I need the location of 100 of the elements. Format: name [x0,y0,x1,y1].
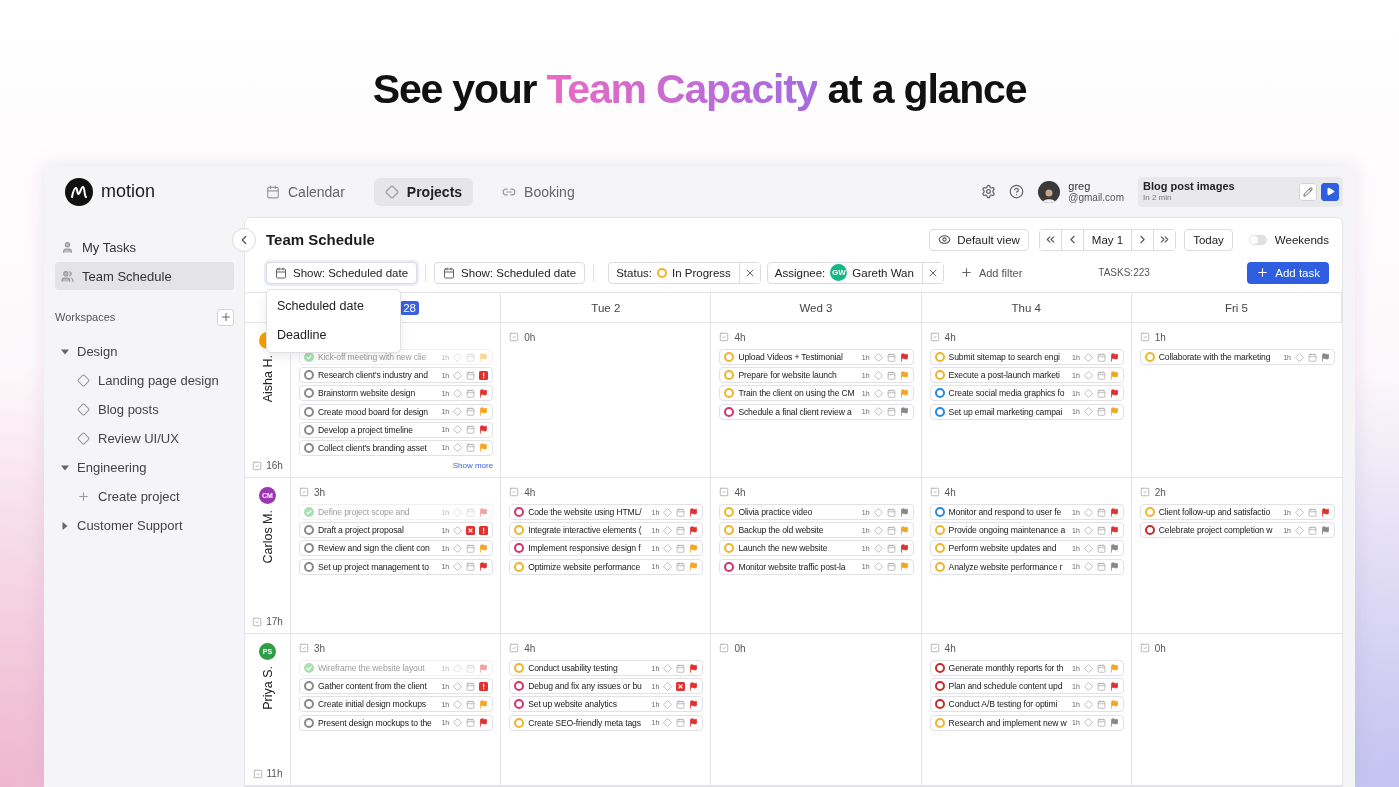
folder-item[interactable]: Engineering [55,453,234,482]
task-title: Prepare for website launch [738,370,838,381]
task-title: Conduct A/B testing for optimi [948,699,1059,710]
status-ring-icon[interactable] [1144,525,1155,536]
current-task-widget[interactable]: Blog post images In 2 min [1138,176,1343,207]
today-button[interactable]: Today [1184,228,1233,251]
status-ring-icon[interactable] [514,507,525,517]
filter-value: Gareth Wan [852,266,914,279]
task-title: Plan and schedule content upd [948,681,1064,692]
menu-item[interactable]: Deadline [267,320,400,350]
task-title: Create social media graphics fo [948,388,1066,399]
task-title: Wireframe the website layout [318,663,426,673]
day-hours: 4h [734,486,746,498]
status-ring-icon[interactable] [304,388,314,399]
nav-tab[interactable]: Projects [373,177,474,206]
task-title: Integrate interactive elements ( [528,525,643,536]
add-filter-button[interactable]: Add filter [953,265,1029,280]
person-name: Carlos M. [260,510,275,564]
collapse-button[interactable] [232,228,256,252]
status-ring-icon[interactable] [934,681,945,692]
play-button[interactable] [1321,182,1339,201]
show-more-link[interactable]: Show more [452,461,494,471]
show-filter-button[interactable]: Show: Scheduled date [266,261,418,284]
status-filter[interactable]: Status: In Progress [608,261,761,284]
check-icon [252,616,263,627]
status-ring-icon[interactable] [934,663,945,673]
remove-filter-button[interactable] [921,262,943,283]
task-title: Analyze website performance r [948,561,1064,572]
user-avatar[interactable] [1038,180,1061,203]
status-ring-icon[interactable] [934,388,945,399]
day-hours: 4h [524,642,536,654]
status-ring-icon[interactable] [724,406,735,417]
status-ring-icon[interactable] [304,681,314,692]
add-task-button[interactable]: Add task [1247,261,1329,284]
project-item[interactable]: Landing page design [55,366,234,395]
help-icon[interactable] [1009,184,1025,199]
status-ring-icon[interactable] [304,525,314,536]
folder-item[interactable]: Design [55,337,234,366]
plus-icon [1256,266,1270,279]
done-check-icon[interactable] [304,352,314,362]
status-ring-icon[interactable] [934,507,945,517]
folder-item[interactable]: Customer Support [55,511,234,540]
status-ring-icon[interactable] [304,561,314,572]
task-title: Set up website analytics [528,699,618,710]
plus-icon [77,490,90,503]
project-item[interactable]: Review UI/UX [55,424,234,453]
show-filter-button[interactable]: Show: Scheduled date [434,261,586,284]
status-ring-icon[interactable] [304,406,314,417]
done-check-icon[interactable] [304,507,314,517]
caret-icon[interactable] [61,521,69,530]
task-title: Monitor and respond to user fe [948,507,1063,517]
status-ring-icon[interactable] [304,699,314,710]
task-title: Launch the new website [738,543,829,554]
check-icon [509,487,520,497]
nav-tab[interactable]: Calendar [255,177,356,206]
check-icon [1139,487,1150,497]
weekends-toggle[interactable] [1248,234,1267,245]
nav-tab[interactable]: Booking [491,177,586,206]
logo-text: motion [101,181,156,202]
filter-value: In Progress [672,266,731,279]
status-ring-icon[interactable] [514,543,525,554]
calendar-icon [443,266,456,279]
status-ring-icon[interactable] [304,717,314,728]
assignee-avatar: GW [830,264,848,281]
sidebar-item[interactable]: My Tasks [55,233,234,261]
status-ring-icon[interactable] [304,442,314,453]
section-label: Workspaces [55,311,116,323]
task-title: Present design mockups to the [318,717,433,728]
page-title: Team Schedule [266,231,376,248]
status-ring-icon[interactable] [724,561,735,572]
status-ring-icon[interactable] [934,699,945,710]
view-button[interactable]: Default view [929,228,1029,251]
project-item[interactable]: Blog posts [55,395,234,424]
status-ring-icon[interactable] [304,543,314,554]
edit-button[interactable] [1299,182,1317,201]
status-ring-icon[interactable] [304,424,314,435]
sidebar-item[interactable]: Team Schedule [55,262,234,290]
status-ring-icon[interactable] [514,681,525,692]
add-workspace-button[interactable] [217,308,234,326]
settings-icon[interactable] [981,184,997,199]
person-icon [61,240,74,254]
task-title: Collaborate with the marketing [1158,352,1272,362]
assignee-filter[interactable]: Assignee: GW Gareth Wan [766,261,944,284]
caret-icon[interactable] [61,463,69,472]
project-item[interactable]: Create project [55,482,234,511]
menu-item[interactable]: Scheduled date [267,291,400,321]
remove-filter-button[interactable] [738,262,760,283]
filter-label: Assignee: [774,266,826,279]
previous-week-button[interactable] [1039,229,1062,250]
check-icon [299,487,309,497]
diamond-icon [77,374,90,387]
task-title: Celebrate project completion w [1158,525,1274,536]
done-check-icon[interactable] [304,663,314,673]
status-ring-icon[interactable] [934,406,945,417]
task-title: Code the website using HTML/ [528,507,643,517]
caret-icon[interactable] [61,347,69,356]
pencil-icon [1303,186,1313,197]
status-ring-icon[interactable] [514,699,525,710]
diamond-icon [384,184,399,199]
status-ring-icon[interactable] [304,370,314,381]
